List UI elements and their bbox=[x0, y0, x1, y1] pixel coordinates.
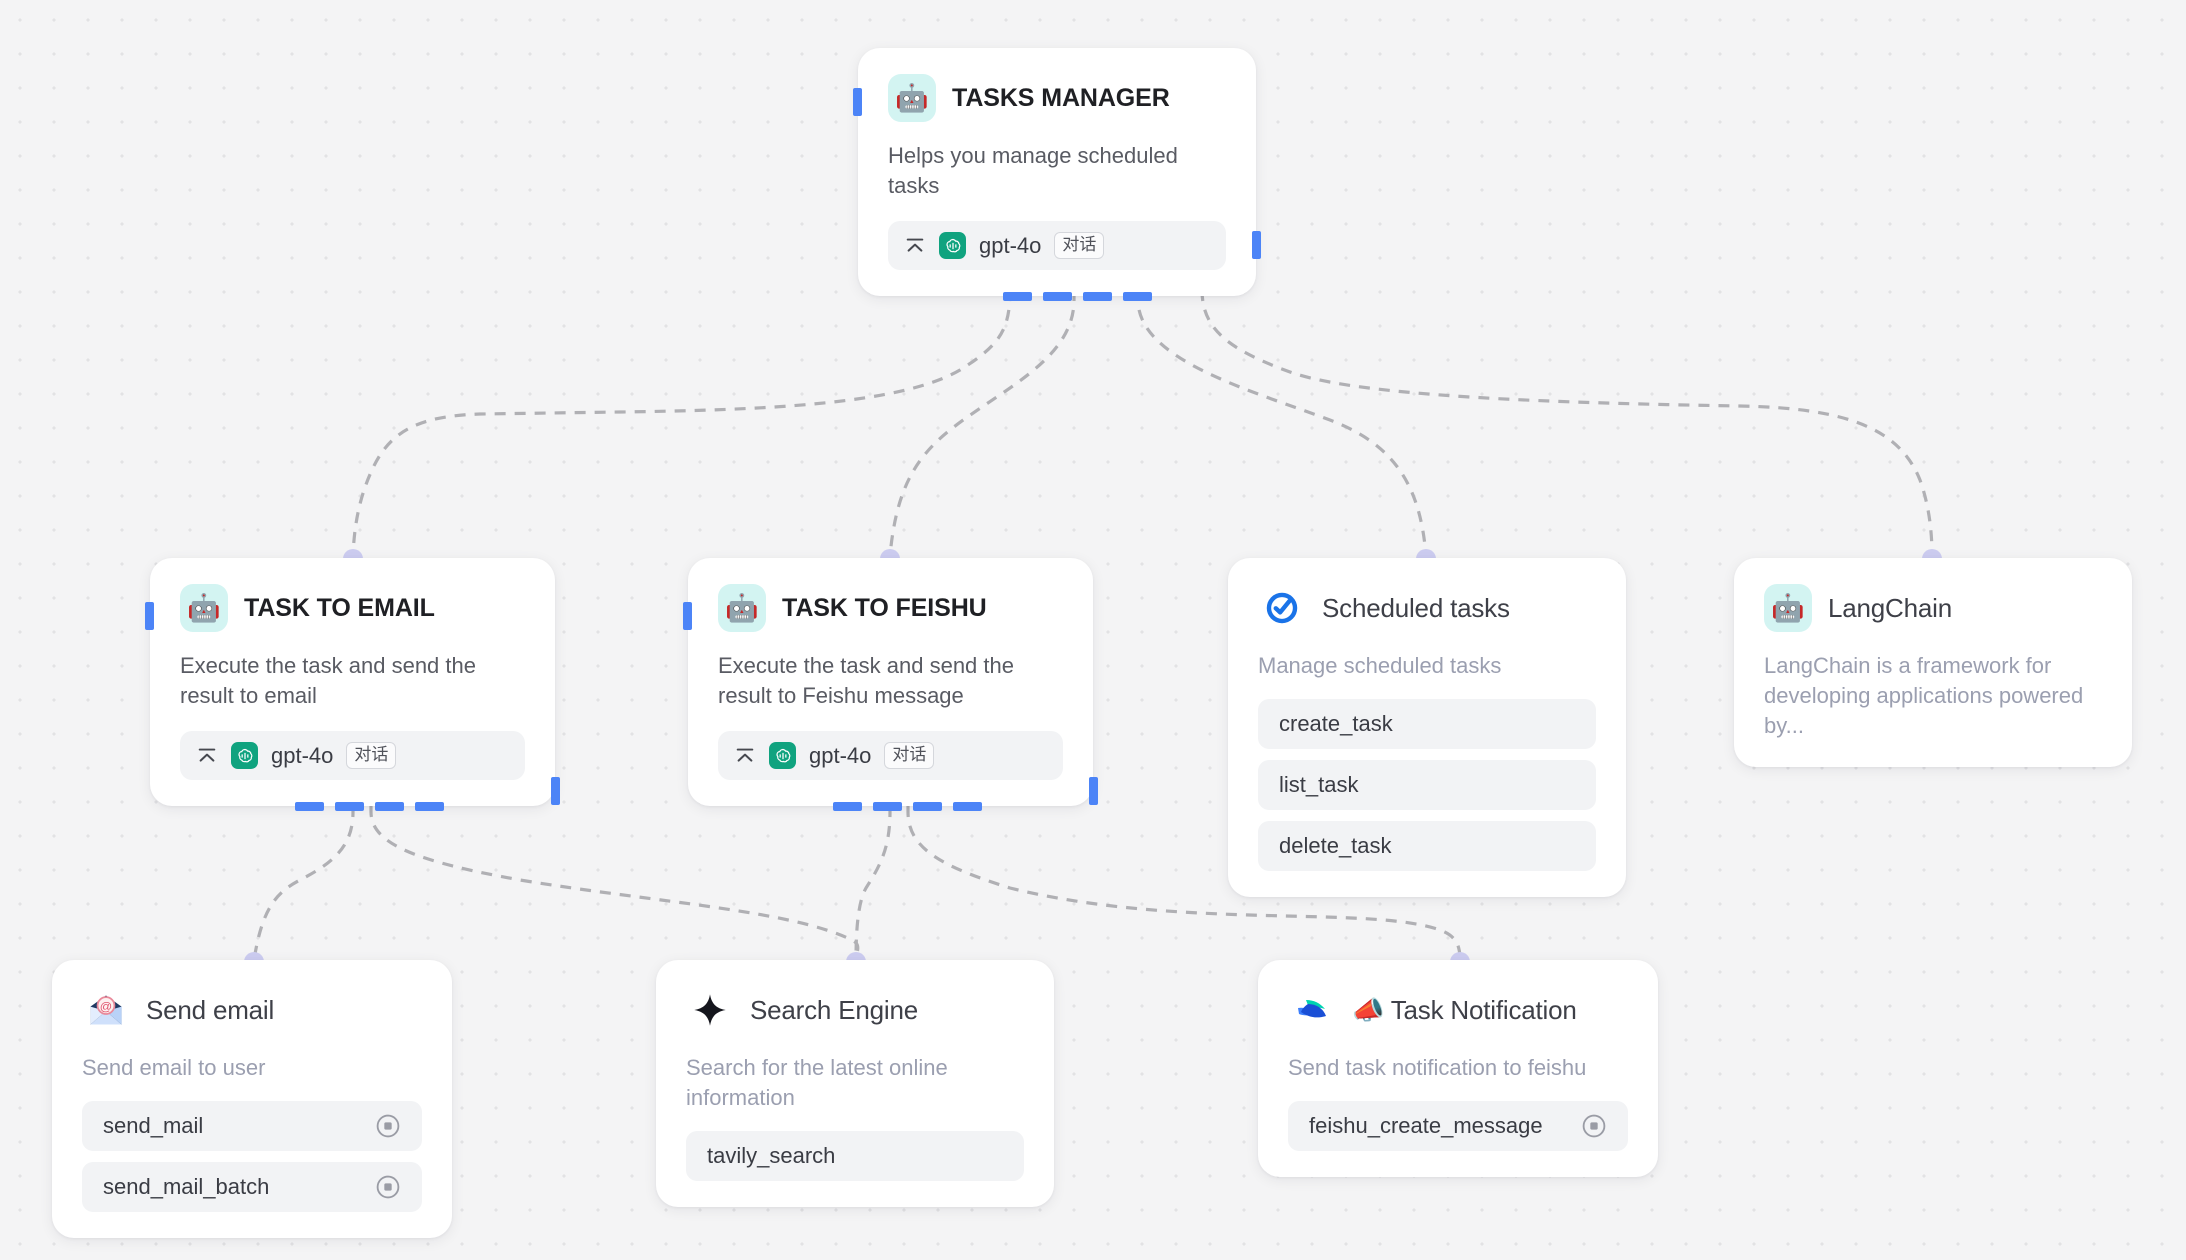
node-header: Search Engine bbox=[686, 986, 1024, 1034]
collapse-chevron-icon[interactable] bbox=[734, 745, 756, 767]
node-task-notification[interactable]: 📣 Task Notification Send task notificati… bbox=[1258, 960, 1658, 1177]
node-title: Send email bbox=[146, 995, 274, 1026]
robot-icon: 🤖 bbox=[888, 74, 936, 122]
tool-name: send_mail bbox=[103, 1113, 203, 1139]
tool-name: feishu_create_message bbox=[1309, 1113, 1543, 1139]
node-description: Manage scheduled tasks bbox=[1258, 651, 1596, 681]
model-selector-row[interactable]: gpt-4o 对话 bbox=[718, 731, 1063, 780]
node-title: Search Engine bbox=[750, 995, 918, 1026]
blue-check-circle-icon bbox=[1258, 584, 1306, 632]
output-handle-2[interactable] bbox=[335, 802, 364, 811]
input-handle-left[interactable] bbox=[145, 602, 154, 630]
output-handles-bottom[interactable] bbox=[295, 802, 444, 811]
node-tasks-manager[interactable]: 🤖 TASKS MANAGER Helps you manage schedul… bbox=[858, 48, 1256, 296]
svg-text:@: @ bbox=[100, 1000, 112, 1014]
node-send-email[interactable]: @ Send email Send email to user send_mai… bbox=[52, 960, 452, 1238]
node-description: Search for the latest online information bbox=[686, 1053, 1024, 1113]
input-handle-left[interactable] bbox=[853, 88, 862, 116]
openai-icon bbox=[231, 742, 258, 769]
tool-row[interactable]: create_task bbox=[1258, 699, 1596, 749]
output-handle-right[interactable] bbox=[1089, 777, 1098, 805]
node-description: Send task notification to feishu bbox=[1288, 1053, 1628, 1083]
tool-row[interactable]: delete_task bbox=[1258, 821, 1596, 871]
collapse-chevron-icon[interactable] bbox=[196, 745, 218, 767]
node-task-to-feishu[interactable]: 🤖 TASK TO FEISHU Execute the task and se… bbox=[688, 558, 1093, 806]
model-name: gpt-4o bbox=[271, 743, 333, 769]
tool-name: send_mail_batch bbox=[103, 1174, 269, 1200]
node-header: 🤖 TASK TO EMAIL bbox=[180, 584, 525, 632]
node-header: 🤖 TASK TO FEISHU bbox=[718, 584, 1063, 632]
output-handle-right[interactable] bbox=[551, 777, 560, 805]
tool-name: delete_task bbox=[1279, 833, 1392, 859]
output-handle-4[interactable] bbox=[1123, 292, 1152, 301]
output-handles-bottom[interactable] bbox=[833, 802, 982, 811]
model-selector-row[interactable]: gpt-4o 对话 bbox=[888, 221, 1226, 270]
stop-circle-icon[interactable] bbox=[1581, 1113, 1607, 1139]
tool-list: send_mail send_mail_batch bbox=[82, 1101, 422, 1212]
node-header: 📣 Task Notification bbox=[1288, 986, 1628, 1034]
model-tag: 对话 bbox=[1054, 232, 1104, 259]
flow-canvas[interactable]: 🤖 TASKS MANAGER Helps you manage schedul… bbox=[0, 0, 2186, 1260]
node-langchain[interactable]: 🤖 LangChain LangChain is a framework for… bbox=[1734, 558, 2132, 767]
output-handle-right[interactable] bbox=[1252, 231, 1261, 259]
tool-row[interactable]: send_mail bbox=[82, 1101, 422, 1151]
model-name: gpt-4o bbox=[979, 233, 1041, 259]
tool-list: tavily_search bbox=[686, 1131, 1024, 1181]
node-header: @ Send email bbox=[82, 986, 422, 1034]
output-handle-2[interactable] bbox=[873, 802, 902, 811]
output-handle-4[interactable] bbox=[953, 802, 982, 811]
model-name: gpt-4o bbox=[809, 743, 871, 769]
node-header: 🤖 LangChain bbox=[1764, 584, 2102, 632]
node-title: TASKS MANAGER bbox=[952, 84, 1170, 113]
node-description: Execute the task and send the result to … bbox=[718, 651, 1063, 711]
tool-row[interactable]: feishu_create_message bbox=[1288, 1101, 1628, 1151]
node-description: Helps you manage scheduled tasks bbox=[888, 141, 1226, 201]
input-handle-left[interactable] bbox=[683, 602, 692, 630]
model-tag: 对话 bbox=[884, 742, 934, 769]
node-title: LangChain bbox=[1828, 593, 1952, 624]
tool-row[interactable]: list_task bbox=[1258, 760, 1596, 810]
output-handle-3[interactable] bbox=[1083, 292, 1112, 301]
node-description: Send email to user bbox=[82, 1053, 422, 1083]
sparkle-star-icon bbox=[686, 986, 734, 1034]
openai-icon bbox=[939, 232, 966, 259]
email-at-icon: @ bbox=[82, 986, 130, 1034]
output-handle-1[interactable] bbox=[1003, 292, 1032, 301]
output-handle-3[interactable] bbox=[913, 802, 942, 811]
node-header: Scheduled tasks bbox=[1258, 584, 1596, 632]
node-description: LangChain is a framework for developing … bbox=[1764, 651, 2102, 741]
model-selector-row[interactable]: gpt-4o 对话 bbox=[180, 731, 525, 780]
robot-icon: 🤖 bbox=[180, 584, 228, 632]
node-task-to-email[interactable]: 🤖 TASK TO EMAIL Execute the task and sen… bbox=[150, 558, 555, 806]
tool-name: list_task bbox=[1279, 772, 1358, 798]
node-scheduled-tasks[interactable]: Scheduled tasks Manage scheduled tasks c… bbox=[1228, 558, 1626, 897]
tool-list: feishu_create_message bbox=[1288, 1101, 1628, 1151]
output-handle-1[interactable] bbox=[295, 802, 324, 811]
node-title: Scheduled tasks bbox=[1322, 593, 1510, 624]
openai-icon bbox=[769, 742, 796, 769]
node-title: TASK TO FEISHU bbox=[782, 594, 987, 623]
stop-circle-icon[interactable] bbox=[375, 1113, 401, 1139]
output-handles-bottom[interactable] bbox=[1003, 292, 1152, 301]
robot-icon: 🤖 bbox=[718, 584, 766, 632]
output-handle-3[interactable] bbox=[375, 802, 404, 811]
tool-row[interactable]: send_mail_batch bbox=[82, 1162, 422, 1212]
collapse-chevron-icon[interactable] bbox=[904, 235, 926, 257]
feishu-icon bbox=[1288, 986, 1336, 1034]
tool-name: tavily_search bbox=[707, 1143, 835, 1169]
model-tag: 对话 bbox=[346, 742, 396, 769]
node-description: Execute the task and send the result to … bbox=[180, 651, 525, 711]
robot-icon: 🤖 bbox=[1764, 584, 1812, 632]
tool-list: create_task list_task delete_task bbox=[1258, 699, 1596, 871]
tool-name: create_task bbox=[1279, 711, 1393, 737]
output-handle-2[interactable] bbox=[1043, 292, 1072, 301]
node-title: TASK TO EMAIL bbox=[244, 594, 435, 623]
node-title: 📣 Task Notification bbox=[1352, 995, 1577, 1026]
node-header: 🤖 TASKS MANAGER bbox=[888, 74, 1226, 122]
node-search-engine[interactable]: Search Engine Search for the latest onli… bbox=[656, 960, 1054, 1207]
output-handle-1[interactable] bbox=[833, 802, 862, 811]
output-handle-4[interactable] bbox=[415, 802, 444, 811]
stop-circle-icon[interactable] bbox=[375, 1174, 401, 1200]
tool-row[interactable]: tavily_search bbox=[686, 1131, 1024, 1181]
